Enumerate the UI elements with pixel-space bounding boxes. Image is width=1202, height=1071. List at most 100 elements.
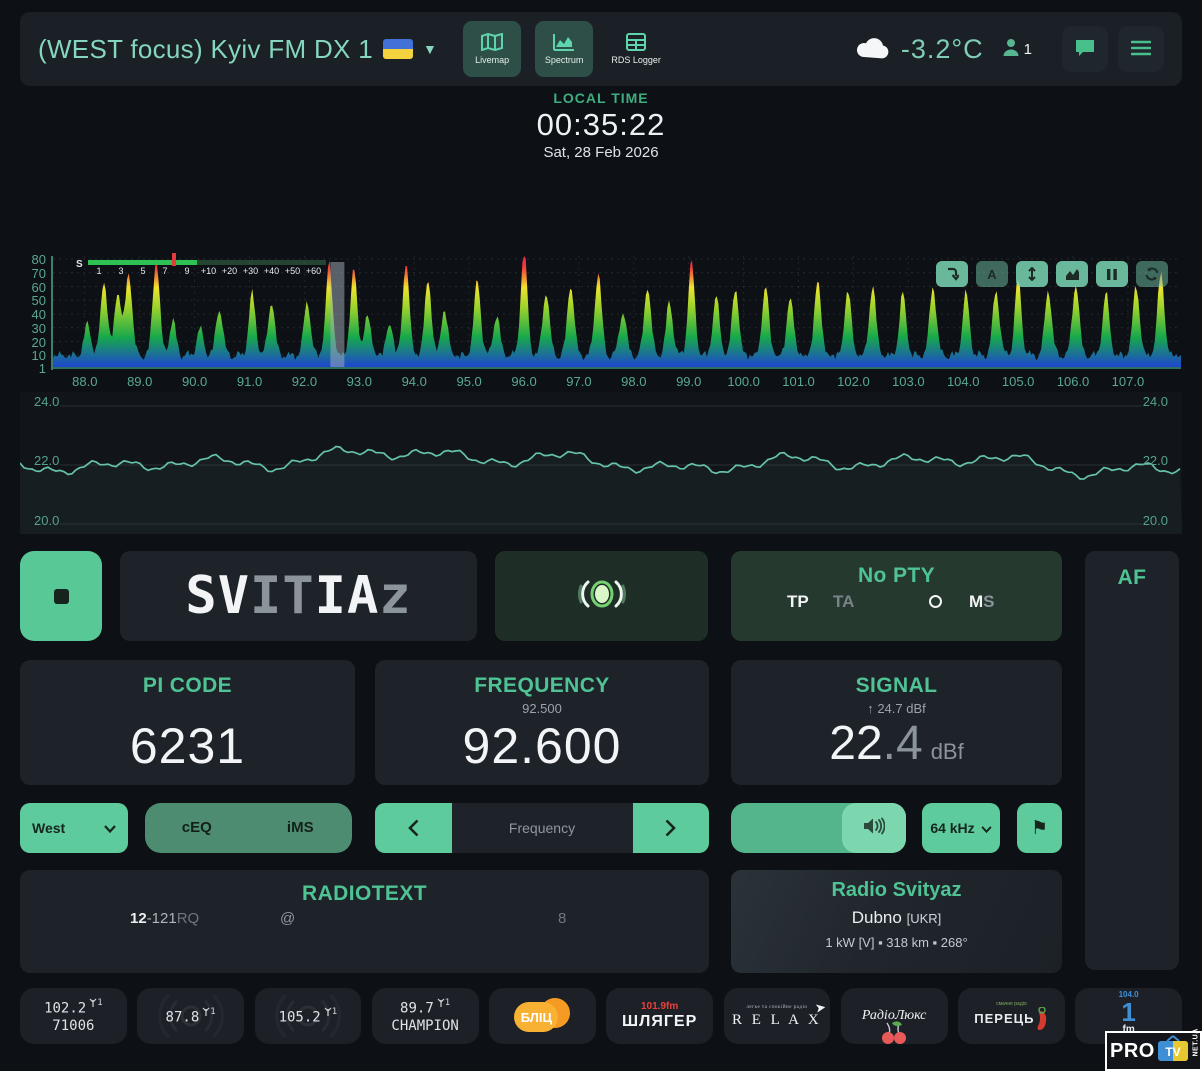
header-bar: (WEST focus) Kyiv FM DX 1 ▼ Livemap Spec…	[20, 12, 1182, 86]
station-preset-БЛІЦ[interactable]: БЛІЦ	[489, 988, 596, 1044]
weather-widget[interactable]: -3.2°C	[855, 34, 984, 65]
bandwidth-select[interactable]: 64 kHz	[922, 803, 1000, 853]
listeners-count: 1	[1024, 41, 1032, 58]
spectrum-pause-button[interactable]	[1096, 261, 1128, 287]
signal-panel: SIGNAL ↑ 24.7 dBf 22.4dBf	[731, 660, 1062, 785]
fm-dx-webserver-app: (WEST focus) Kyiv FM DX 1 ▼ Livemap Spec…	[0, 0, 1202, 1071]
frequency-panel: FREQUENCY 92.500 92.600	[375, 660, 709, 785]
map-icon	[481, 33, 503, 51]
local-time-widget: LOCAL TIME 00:35:22 Sat, 28 Feb 2026	[0, 90, 1202, 161]
signal-tick-left-24: 24.0	[34, 394, 59, 409]
perets-logo: смачне радіоПЕРЕЦЬ	[974, 1001, 1048, 1031]
volume-slider[interactable]	[731, 803, 906, 853]
chevron-down-icon: ▼	[423, 41, 437, 57]
frequency-label: FREQUENCY	[375, 674, 709, 698]
protv-watermark: PRO TV NET.UA	[1105, 1031, 1202, 1071]
station-presets: 102.217100687.81105.2189.71CHAMPION БЛІЦ 1…	[20, 988, 1182, 1044]
relax-logo: легке та спокійне радіоR E L A X➤	[732, 1005, 822, 1028]
frequency-input[interactable]	[452, 803, 633, 853]
pi-code-panel: PI CODE 6231	[20, 660, 355, 785]
ps-name-panel: SVITIAz	[120, 551, 477, 641]
s-meter-fill	[88, 260, 197, 265]
station-preset-ШЛЯГЕР[interactable]: 101.9fmШЛЯГЕР	[606, 988, 713, 1044]
signal-history-graph: 24.0 22.0 20.0 24.0 22.0 20.0	[20, 392, 1182, 534]
temperature-value: -3.2°C	[901, 34, 984, 65]
volume-thumb[interactable]	[842, 803, 906, 853]
ta-flag: TA	[833, 592, 854, 612]
rds-logger-label: RDS Logger	[611, 55, 661, 65]
protv-net-text: NET.UA	[1192, 1046, 1199, 1056]
frequency-tuner	[375, 803, 709, 853]
signal-strength-panel	[495, 551, 708, 641]
spectrum-resize-button[interactable]	[1016, 261, 1048, 287]
pi-code-value: 6231	[20, 721, 355, 771]
station-preset-102.2[interactable]: 102.2171006	[20, 988, 127, 1044]
blits-logo: БЛІЦ	[512, 996, 572, 1036]
signal-tick-right-20: 20.0	[1143, 513, 1168, 528]
frequency-value: 92.600	[375, 721, 709, 771]
local-date-value: Sat, 28 Feb 2026	[0, 144, 1202, 161]
spectrum-scroll-button[interactable]	[936, 261, 968, 287]
station-preset-105.2[interactable]: 105.21	[255, 988, 362, 1044]
signal-peak: ↑ 24.7 dBf	[731, 701, 1062, 716]
flag-icon: ⚑	[1031, 817, 1048, 840]
pi-code-label: PI CODE	[20, 674, 355, 698]
station-preset-ПЕРЕЦЬ[interactable]: смачне радіоПЕРЕЦЬ	[958, 988, 1065, 1044]
svg-text:A: A	[987, 267, 997, 281]
cloud-icon	[855, 35, 891, 64]
broadcast-signal-icon	[573, 574, 631, 619]
server-title: (WEST focus) Kyiv FM DX 1	[38, 34, 373, 65]
station-preset-РадіоЛюкс[interactable]: РадіоЛюкс	[841, 988, 948, 1044]
spectrum-refresh-button[interactable]	[1136, 261, 1168, 287]
antenna-select[interactable]: West	[20, 803, 128, 853]
spectrum-autoscale-button[interactable]: A	[976, 261, 1008, 287]
flag-button[interactable]: ⚑	[1017, 803, 1062, 853]
spectrum-analyzer[interactable]: 80706050403020101 88.089.090.091.092.093…	[20, 252, 1182, 394]
svg-text:TV: TV	[1165, 1045, 1180, 1059]
station-preset-87.8[interactable]: 87.81	[137, 988, 244, 1044]
chevron-down-icon	[104, 820, 116, 836]
radiotext-label: RADIOTEXT	[20, 882, 709, 906]
hamburger-icon	[1131, 40, 1151, 59]
station-preset-RELAX[interactable]: легке та спокійне радіоR E L A X➤	[724, 988, 831, 1044]
chat-icon	[1074, 38, 1096, 61]
frequency-up-button[interactable]	[633, 803, 710, 853]
rds-logger-button[interactable]: RDS Logger	[607, 21, 665, 77]
server-select[interactable]: (WEST focus) Kyiv FM DX 1 ▼	[38, 34, 437, 65]
pty-value: No PTY	[731, 564, 1062, 588]
transmitter-info-panel[interactable]: Radio Svityaz Dubno [UKR] 1 kW [V] ▪ 318…	[731, 870, 1062, 973]
signal-tick-right-24: 24.0	[1143, 394, 1168, 409]
stop-icon	[54, 589, 69, 604]
spectrum-button[interactable]: Spectrum	[535, 21, 593, 77]
signal-label: SIGNAL	[731, 674, 1062, 698]
local-time-value: 00:35:22	[0, 107, 1202, 143]
signal-value: 22.4dBf	[731, 720, 1062, 768]
s-meter-ticks: 13579+10+20+30+40+50+60	[88, 266, 324, 276]
signal-tick-right-22: 22.0	[1143, 453, 1168, 468]
livemap-label: Livemap	[475, 55, 509, 65]
frequency-down-button[interactable]	[375, 803, 452, 853]
spectrum-toolbar: A	[936, 261, 1168, 287]
menu-button[interactable]	[1118, 26, 1164, 72]
eq-toggle[interactable]: cEQ	[145, 803, 249, 853]
s-meter-label: S	[76, 259, 83, 270]
chat-button[interactable]	[1062, 26, 1108, 72]
play-stop-button[interactable]	[20, 551, 102, 641]
station-preset-89.7[interactable]: 89.71CHAMPION	[372, 988, 479, 1044]
protv-pro-text: PRO	[1110, 1040, 1155, 1063]
tx-details: 1 kW [V] ▪ 318 km ▪ 268°	[731, 935, 1062, 950]
s-meter-marker	[172, 253, 176, 266]
user-icon	[1002, 38, 1020, 61]
tx-location: Dubno [UKR]	[731, 908, 1062, 928]
spectrum-fill-toggle-button[interactable]	[1056, 261, 1088, 287]
tp-flag: TP	[787, 592, 809, 612]
ims-toggle[interactable]: iMS	[249, 803, 353, 853]
signal-tick-left-20: 20.0	[34, 513, 59, 528]
speaker-icon	[863, 817, 885, 840]
livemap-button[interactable]: Livemap	[463, 21, 521, 77]
local-time-label: LOCAL TIME	[0, 90, 1202, 106]
antenna-value: West	[32, 820, 65, 836]
bandwidth-value: 64 kHz	[930, 820, 974, 836]
radiotext-panel: RADIOTEXT 12-121RQ @ 8	[20, 870, 709, 973]
pty-panel: No PTY TP TA MS	[731, 551, 1062, 641]
